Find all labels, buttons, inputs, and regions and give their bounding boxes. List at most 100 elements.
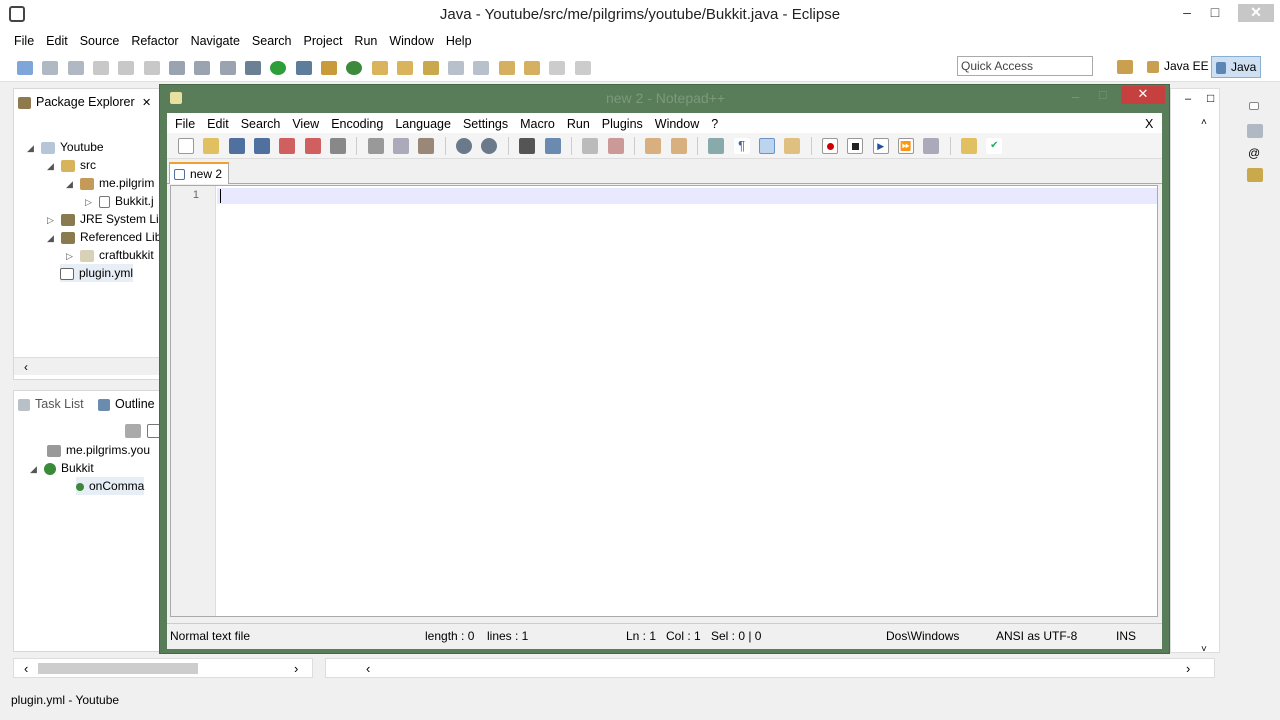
np-zoom-out-icon[interactable] [607,138,624,154]
np-close-all-icon[interactable] [304,138,321,154]
annotation-icon[interactable] [473,60,490,75]
np-record-icon[interactable] [821,138,838,154]
bottom-left-scrollbar[interactable]: ‹ › [13,658,313,678]
tree-item[interactable]: ◢ me.pilgrim [66,174,154,192]
maximize-icon[interactable]: □ [1204,4,1226,22]
np-run-multiple-icon[interactable]: ⏩ [898,138,914,154]
np-replace-icon[interactable] [544,138,561,154]
tree-item[interactable]: ▷ Bukkit.j [85,192,154,210]
menu-search[interactable]: Search [246,30,298,52]
coverage-icon[interactable] [295,60,312,75]
np-menu-edit[interactable]: Edit [201,113,235,135]
np-document-close[interactable]: X [1145,113,1153,135]
np-doc-map-icon[interactable] [784,138,801,154]
debug-icon[interactable] [245,60,262,75]
np-undo-icon[interactable] [456,138,473,154]
menu-window[interactable]: Window [383,30,439,52]
np-maximize-icon[interactable]: □ [1099,87,1107,102]
open-folder-icon[interactable] [397,60,414,75]
back-icon[interactable] [498,60,515,75]
search-view-icon[interactable] [1247,168,1263,182]
at-sign-icon[interactable]: @ [1248,146,1260,160]
np-wrap-icon[interactable] [708,138,725,154]
menu-project[interactable]: Project [298,30,349,52]
np-menu-macro[interactable]: Macro [514,113,561,135]
scroll-left-icon[interactable]: ‹ [366,661,370,676]
maximize-view-icon[interactable]: □ [1207,91,1214,105]
np-paste-icon[interactable] [418,138,435,154]
np-menu-window[interactable]: Window [649,113,705,135]
new-java-icon[interactable] [346,60,363,75]
np-cut-icon[interactable] [367,138,384,154]
collapsed-arrow-icon[interactable]: ▷ [47,211,57,229]
tree-item[interactable]: ◢ src [47,156,96,174]
expanded-arrow-icon[interactable]: ◢ [47,229,57,247]
np-close-icon[interactable]: ✕ [1121,86,1165,104]
np-menu-help[interactable]: ? [705,113,724,135]
np-menu-run[interactable]: Run [561,113,596,135]
expanded-arrow-icon[interactable]: ◢ [27,139,37,157]
tree-item-selected[interactable]: plugin.yml [60,264,134,282]
np-play-icon[interactable]: ▶ [872,138,889,154]
search-tool-icon[interactable] [422,60,439,75]
np-save-macro-icon[interactable] [923,138,940,154]
np-indent-guide-icon[interactable] [758,138,775,154]
np-editor[interactable]: 1 [170,185,1158,617]
scroll-right-icon[interactable]: › [1186,661,1190,676]
scroll-left-icon[interactable]: ‹ [24,360,28,374]
np-tab-new-2[interactable]: new 2 [169,162,230,184]
save-all-icon[interactable] [67,60,84,75]
annotation-icon[interactable] [447,60,464,75]
np-minimize-icon[interactable]: – [1072,89,1079,104]
tool-icon[interactable] [194,60,211,75]
scroll-up-icon[interactable]: ˄ [1201,117,1207,128]
np-menu-settings[interactable]: Settings [457,113,514,135]
np-sync-v-icon[interactable] [645,138,662,154]
quick-access-input[interactable]: Quick Access [957,56,1093,76]
menu-refactor[interactable]: Refactor [125,30,184,52]
np-show-all-chars-icon[interactable]: ¶ [733,138,750,154]
np-sync-h-icon[interactable] [670,138,687,154]
scroll-down-icon[interactable]: ˅ [1201,644,1207,655]
forward-arrow-icon[interactable] [549,60,566,75]
expanded-arrow-icon[interactable]: ◢ [66,175,76,193]
menu-file[interactable]: File [8,30,40,52]
tree-item[interactable]: ◢ Referenced Lib [47,228,161,246]
tree-item[interactable]: ▷ craftbukkit [66,246,154,264]
open-type-icon[interactable] [371,60,388,75]
tool-icon[interactable] [169,60,186,75]
back-arrow-icon[interactable] [523,60,540,75]
hide-fields-icon[interactable] [125,424,141,438]
close-icon[interactable]: ✕ [1238,4,1274,22]
np-redo-icon[interactable] [481,138,498,154]
np-menu-search[interactable]: Search [235,113,287,135]
minimize-icon[interactable]: – [1176,4,1198,22]
np-menu-language[interactable]: Language [389,113,457,135]
new-class-icon[interactable] [321,60,338,75]
menu-edit[interactable]: Edit [40,30,74,52]
outline-tab[interactable]: Outline [94,391,164,417]
outline-item[interactable]: me.pilgrims.you [47,441,150,459]
np-zoom-in-icon[interactable] [582,138,599,154]
tool-icon[interactable] [143,60,160,75]
outline-item[interactable]: ◢ Bukkit [30,459,94,477]
minimize-view-icon[interactable]: – [1185,93,1191,105]
new-icon[interactable] [17,60,33,75]
horizontal-scrollbar[interactable]: ‹ [14,357,164,375]
np-open-icon[interactable] [203,138,220,154]
np-menu-plugins[interactable]: Plugins [596,113,649,135]
np-folder-workspace-icon[interactable] [961,138,978,154]
menu-navigate[interactable]: Navigate [185,30,246,52]
perspective-javaee[interactable]: Java EE [1143,56,1213,78]
np-spellcheck-icon[interactable]: ✔ [986,138,1003,154]
bottom-right-scrollbar[interactable]: ‹ › [325,658,1215,678]
open-perspective-icon[interactable] [1117,60,1133,74]
menu-source[interactable]: Source [74,30,126,52]
np-menu-file[interactable]: File [169,113,201,135]
np-copy-icon[interactable] [393,138,410,154]
restore-icon[interactable] [1249,102,1259,110]
tree-item[interactable]: ◢ Youtube [27,138,104,156]
close-tab-icon[interactable]: ✕ [142,97,151,109]
collapsed-arrow-icon[interactable]: ▷ [66,247,76,265]
tree-item[interactable]: ▷ JRE System Lib [47,210,165,228]
